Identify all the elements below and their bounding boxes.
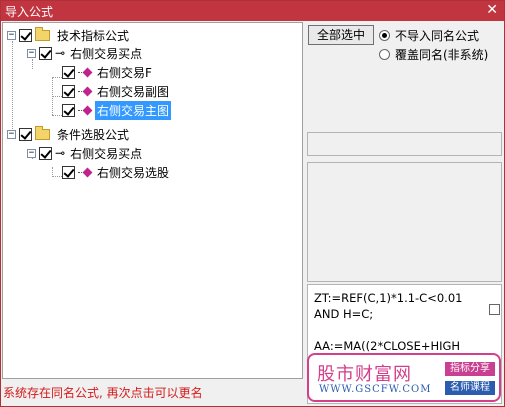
tree-connector — [52, 77, 62, 78]
watermark-tag: 名师课程 — [445, 381, 495, 395]
formula-name-box — [307, 132, 502, 156]
collapse-toggle[interactable]: − — [7, 30, 16, 40]
tree-node-stock-selection[interactable]: − 条件选股公式 — [7, 125, 131, 143]
node-checkbox[interactable] — [19, 127, 32, 141]
code-line: AND H=C; — [314, 307, 374, 321]
radio-no-import-same[interactable]: 不导入同名公式 — [379, 27, 479, 44]
tree-node-buy-point-2[interactable]: − ⊸ 右侧交易买点 — [27, 144, 144, 162]
watermark-tag: 指标分享 — [445, 362, 495, 376]
node-checkbox[interactable] — [62, 84, 75, 98]
status-message: 系统存在同名公式, 再次点击可以更名 — [3, 386, 203, 400]
node-checkbox[interactable] — [39, 146, 52, 160]
collapse-toggle[interactable]: − — [27, 48, 36, 58]
tree-node-formula-main[interactable]: 右侧交易主图 — [62, 100, 172, 120]
code-checkbox[interactable] — [489, 304, 500, 315]
formula-pen-icon — [78, 104, 92, 117]
tree-node-formula-select[interactable]: 右侧交易选股 — [62, 163, 171, 181]
tree-node-tech-indicators[interactable]: − 技术指标公式 — [7, 26, 131, 44]
import-formula-dialog: 导入公式 ✕ − 技术指标公式 − ⊸ 右侧交易买点 右侧交易F 右侧交易副图 … — [0, 0, 505, 407]
tree-node-formula-sub[interactable]: 右侧交易副图 — [62, 82, 171, 100]
folder-icon — [35, 26, 50, 41]
code-line: ZT:=REF(C,1)*1.1-C<0.01 — [314, 291, 463, 305]
formula-pen-icon — [78, 85, 92, 98]
node-checkbox[interactable] — [19, 28, 32, 42]
watermark-url: WWW.GSCFW.COM — [319, 384, 432, 395]
formula-description-box — [307, 162, 502, 282]
node-label: 右侧交易选股 — [97, 165, 170, 180]
collapse-toggle[interactable]: − — [7, 129, 16, 139]
node-checkbox[interactable] — [62, 65, 75, 79]
node-checkbox[interactable] — [62, 165, 75, 179]
radio-indicator-selected[interactable] — [379, 30, 390, 41]
right-panel: 全部选中 不导入同名公式 覆盖同名(非系统) ZT:=REF(C,1)*1.1-… — [305, 22, 504, 406]
node-checkbox[interactable] — [39, 46, 52, 60]
window-title: 导入公式 — [5, 5, 54, 19]
formula-tree[interactable]: − 技术指标公式 − ⊸ 右侧交易买点 右侧交易F 右侧交易副图 右侧交易主图 — [2, 22, 303, 379]
node-label-selected: 右侧交易主图 — [95, 100, 172, 120]
collapse-toggle[interactable]: − — [27, 148, 36, 158]
node-label: 技术指标公式 — [57, 28, 130, 43]
select-all-button[interactable]: 全部选中 — [308, 25, 374, 45]
radio-label: 不导入同名公式 — [395, 29, 480, 43]
radio-label: 覆盖同名(非系统) — [395, 48, 489, 62]
title-bar: 导入公式 ✕ — [1, 1, 504, 21]
node-label: 右侧交易副图 — [97, 84, 170, 99]
radio-indicator[interactable] — [379, 49, 390, 60]
key-icon: ⊸ — [55, 146, 65, 160]
node-label: 右侧交易买点 — [70, 46, 143, 61]
tree-node-formula-f[interactable]: 右侧交易F — [62, 63, 154, 81]
code-line: AA:=MA((2*CLOSE+HIGH — [314, 339, 461, 353]
tree-connector — [52, 96, 62, 97]
tree-connector — [52, 176, 62, 177]
key-icon: ⊸ — [55, 46, 65, 60]
watermark-logo: 股市财富网 WWW.GSCFW.COM 指标分享 名师课程 — [307, 353, 501, 402]
tree-node-buy-point[interactable]: − ⊸ 右侧交易买点 — [27, 44, 144, 62]
formula-pen-icon — [78, 66, 92, 79]
node-checkbox[interactable] — [62, 103, 75, 117]
folder-icon — [35, 125, 50, 140]
formula-pen-icon — [78, 166, 92, 179]
node-label: 条件选股公式 — [57, 127, 130, 142]
tree-connector — [52, 115, 62, 116]
close-icon[interactable]: ✕ — [486, 2, 498, 18]
watermark-name: 股市财富网 — [317, 364, 412, 385]
node-label: 右侧交易买点 — [70, 146, 143, 161]
node-label: 右侧交易F — [97, 65, 152, 80]
radio-overwrite-same[interactable]: 覆盖同名(非系统) — [379, 46, 488, 63]
